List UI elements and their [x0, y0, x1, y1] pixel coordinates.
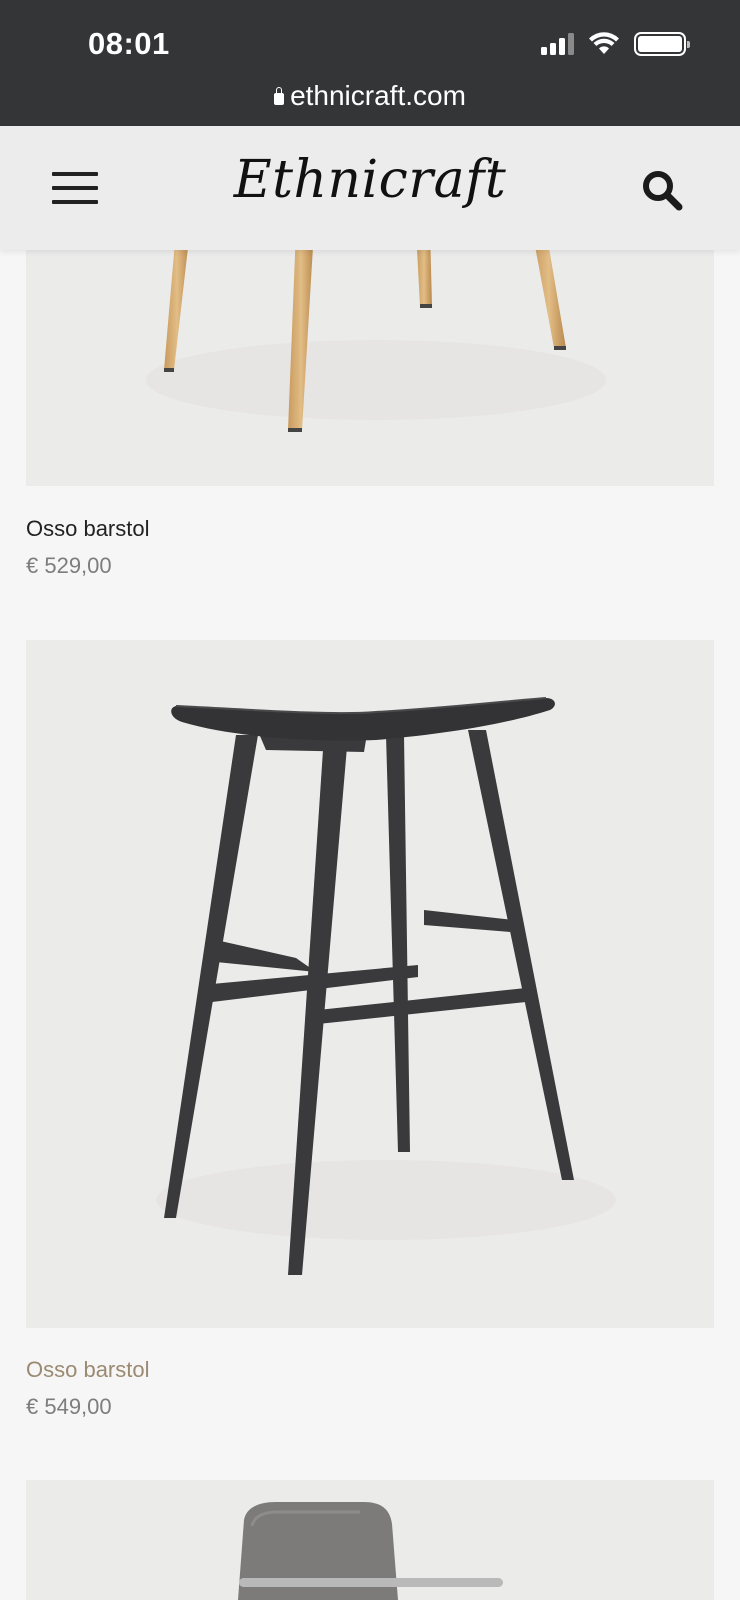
- battery-icon: [634, 32, 690, 56]
- product-image[interactable]: [26, 640, 714, 1328]
- product-name[interactable]: Osso barstol: [26, 1357, 150, 1383]
- status-time: 08:01: [88, 26, 170, 61]
- site-logo[interactable]: Ethnicraft: [0, 150, 740, 210]
- browser-chrome: 08:01 ethnicraft.com: [0, 0, 740, 126]
- site-header: Ethnicraft: [0, 126, 740, 250]
- signal-icon: [541, 33, 574, 55]
- black-stool-image: [156, 697, 616, 1275]
- oak-stool-legs-image: [146, 230, 606, 432]
- product-image[interactable]: [26, 230, 714, 486]
- home-indicator[interactable]: [239, 1578, 503, 1587]
- product-name[interactable]: Osso barstol: [26, 516, 150, 542]
- wifi-icon: [589, 32, 619, 54]
- url-text: ethnicraft.com: [290, 80, 466, 111]
- product-price: € 549,00: [26, 1394, 112, 1419]
- url-bar[interactable]: ethnicraft.com: [0, 76, 740, 116]
- status-icons: [541, 30, 690, 58]
- product-price: € 529,00: [26, 553, 112, 578]
- search-icon[interactable]: [640, 168, 684, 212]
- lock-icon: [274, 87, 285, 105]
